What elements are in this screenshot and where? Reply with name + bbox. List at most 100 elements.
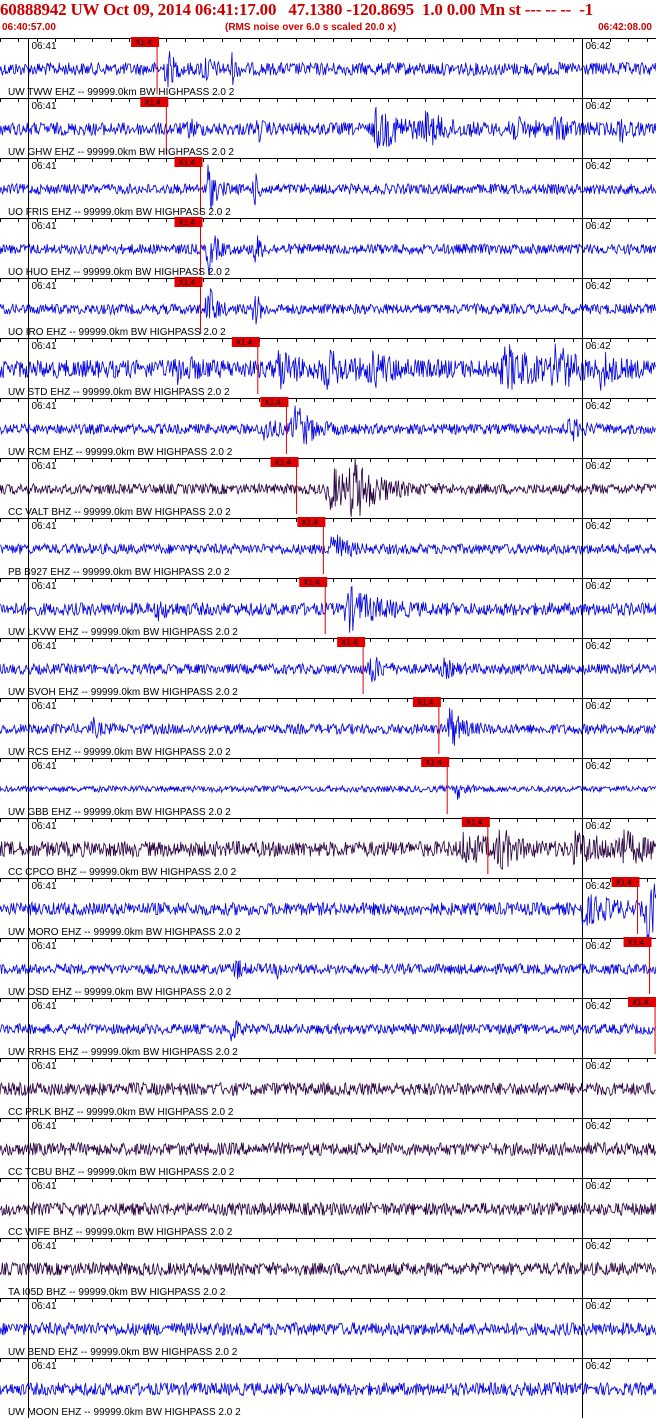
- pick-label: X1.4: [303, 578, 320, 587]
- tick-label: 06:42: [586, 401, 611, 412]
- tick-label: 06:42: [586, 281, 611, 292]
- pick-label: X1.4: [632, 998, 649, 1007]
- pick-label: X1.4: [178, 158, 195, 167]
- waveform-trace: [0, 1261, 656, 1277]
- pick-label: X1.4: [178, 218, 195, 227]
- tick-label: 06:42: [586, 101, 611, 112]
- pick-label: X1.4: [425, 758, 442, 767]
- tick-label: 06:42: [586, 941, 611, 952]
- tick-label: 06:42: [586, 761, 611, 772]
- station-label: UW RRHS EHZ -- 99999.0km BW HIGHPASS 2.0…: [8, 1047, 238, 1058]
- waveform-trace: [0, 1201, 656, 1217]
- tick-label: 06:41: [32, 581, 57, 592]
- station-label: UW LKVW EHZ -- 99999.0km BW HIGHPASS 2.0…: [8, 627, 238, 638]
- station-label: CC TCBU BHZ -- 99999.0km BW HIGHPASS 2.0…: [8, 1167, 235, 1178]
- tick-label: 06:41: [32, 341, 57, 352]
- tick-label: 06:41: [32, 521, 57, 532]
- station-label: UO IRO EHZ -- 99999.0km BW HIGHPASS 2.0 …: [8, 327, 226, 338]
- pick-label: X1.4: [417, 698, 434, 707]
- waveform-trace: [0, 586, 656, 633]
- tick-label: 06:41: [32, 401, 57, 412]
- pick-label: X1.4: [275, 458, 292, 467]
- tick-label: 06:41: [32, 701, 57, 712]
- tick-label: 06:41: [32, 1361, 57, 1372]
- pick-label: X1.4: [135, 38, 152, 47]
- tick-label: 06:42: [586, 1361, 611, 1372]
- station-label: UW STD EHZ -- 99999.0km BW HIGHPASS 2.0 …: [8, 387, 230, 398]
- tick-label: 06:42: [586, 881, 611, 892]
- pick-label: X1.4: [178, 278, 195, 287]
- tick-label: 06:41: [32, 221, 57, 232]
- tick-label: 06:42: [586, 1241, 611, 1252]
- tick-label: 06:41: [32, 1301, 57, 1312]
- waveform-trace: [0, 534, 656, 558]
- waveform-trace: [0, 829, 656, 870]
- tick-label: 06:42: [586, 1181, 611, 1192]
- waveform-trace: [0, 960, 656, 980]
- pick-label: X1.4: [301, 518, 318, 527]
- station-label: UW RCS EHZ -- 99999.0km BW HIGHPASS 2.0 …: [8, 747, 231, 758]
- tick-label: 06:42: [586, 521, 611, 532]
- tick-label: 06:41: [32, 641, 57, 652]
- pick-label: X1.4: [628, 938, 645, 947]
- station-label: CC PRLK BHZ -- 99999.0km BW HIGHPASS 2.0…: [8, 1107, 234, 1118]
- waveform-trace: [0, 708, 656, 746]
- tick-label: 06:42: [586, 221, 611, 232]
- waveform-trace: [0, 1381, 656, 1397]
- tick-label: 06:41: [32, 101, 57, 112]
- waveform-trace: [0, 288, 656, 325]
- tick-label: 06:41: [32, 1241, 57, 1252]
- station-label: UW TWW EHZ -- 99999.0km BW HIGHPASS 2.0 …: [8, 87, 235, 98]
- tick-label: 06:42: [586, 1061, 611, 1072]
- station-label: UW MORO EHZ -- 99999.0km BW HIGHPASS 2.0…: [8, 927, 241, 938]
- tick-label: 06:42: [586, 461, 611, 472]
- tick-label: 06:42: [586, 641, 611, 652]
- waveform-trace: [0, 1141, 656, 1157]
- seismogram-plot: 06:41 06:42X1.4UW TWW EHZ -- 99999.0km BW…: [0, 37, 656, 1418]
- tick-label: 06:42: [586, 341, 611, 352]
- tick-label: 06:41: [32, 161, 57, 172]
- waveform-trace: [0, 343, 656, 391]
- pick-label: X1.4: [236, 338, 253, 347]
- station-label: CC CPCO BHZ -- 99999.0km BW HIGHPASS 2.0…: [8, 867, 237, 878]
- station-label: TA I05D BHZ -- 99999.0km BW HIGHPASS 2.0…: [8, 1287, 226, 1298]
- station-label: UW RCM EHZ -- 99999.0km BW HIGHPASS 2.0 …: [8, 447, 233, 458]
- station-label: UW MOON EHZ -- 99999.0km BW HIGHPASS 2.0…: [8, 1407, 241, 1418]
- tick-label: 06:42: [586, 1001, 611, 1012]
- station-label: UW GBB EHZ -- 99999.0km BW HIGHPASS 2.0 …: [8, 807, 231, 818]
- tick-label: 06:41: [32, 461, 57, 472]
- tick-label: 06:41: [32, 1061, 57, 1072]
- pick-label: X1.4: [616, 878, 633, 887]
- tick-label: 06:41: [32, 1181, 57, 1192]
- tick-label: 06:41: [32, 941, 57, 952]
- tick-label: 06:42: [586, 1121, 611, 1132]
- station-label: UW BEND EHZ -- 99999.0km BW HIGHPASS 2.0…: [8, 1347, 238, 1358]
- station-label: UO HUO EHZ -- 99999.0km BW HIGHPASS 2.0 …: [8, 267, 231, 278]
- tick-label: 06:42: [586, 41, 611, 52]
- waveform-trace: [0, 783, 656, 800]
- waveform-trace: [0, 1020, 656, 1042]
- tick-label: 06:42: [586, 1301, 611, 1312]
- waveform-trace: [0, 656, 656, 683]
- tick-label: 06:41: [32, 821, 57, 832]
- station-label: CC VALT BHZ -- 99999.0km BW HIGHPASS 2.0…: [8, 507, 231, 518]
- tick-label: 06:41: [32, 281, 57, 292]
- station-label: UW OSD EHZ -- 99999.0km BW HIGHPASS 2.0 …: [8, 987, 232, 998]
- tick-label: 06:41: [32, 881, 57, 892]
- waveform-trace: [0, 106, 656, 149]
- waveform-trace: [0, 51, 656, 88]
- tick-label: 06:42: [586, 821, 611, 832]
- waveform-trace: [0, 405, 656, 445]
- pick-label: X1.4: [144, 98, 161, 107]
- tick-label: 06:42: [586, 701, 611, 712]
- tick-label: 06:41: [32, 761, 57, 772]
- station-label: UW GHW EHZ -- 99999.0km BW HIGHPASS 2.0 …: [8, 147, 234, 158]
- tick-label: 06:41: [32, 1001, 57, 1012]
- waveform-trace: [0, 1321, 656, 1337]
- station-label: UW SVOH EHZ -- 99999.0km BW HIGHPASS 2.0…: [8, 687, 238, 698]
- station-label: CC WIFE BHZ -- 99999.0km BW HIGHPASS 2.0…: [8, 1227, 233, 1238]
- tick-label: 06:42: [586, 581, 611, 592]
- pick-label: X1.4: [466, 818, 483, 827]
- pick-label: X1.4: [264, 398, 281, 407]
- pick-label: X1.4: [341, 638, 358, 647]
